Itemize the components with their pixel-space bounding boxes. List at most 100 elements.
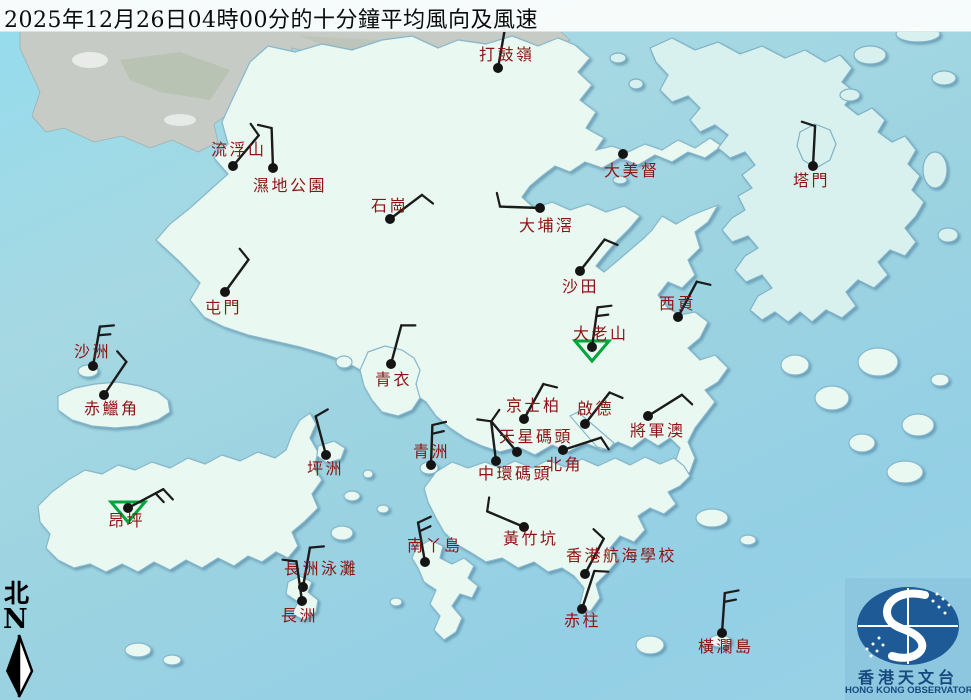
station-dot [493,63,503,73]
wind-barb-tick [596,315,608,316]
station-橫瀾島: 橫瀾島 [698,590,754,656]
station-label: 沙洲 [74,342,111,361]
station-label: 北角 [546,455,583,474]
wind-barb-tick [117,351,126,362]
station-dot [228,161,238,171]
station-label: 流浮山 [211,140,267,159]
station-label: 黃竹坑 [503,529,559,548]
wind-barb-tick [316,409,328,416]
island [849,434,875,452]
station-label: 濕地公園 [253,176,327,195]
island [344,491,360,501]
station-dot [297,596,307,606]
station-沙洲: 沙洲 [74,325,114,371]
wind-barb-tick [98,334,110,335]
wind-barb-tick [100,325,114,326]
island [629,79,643,89]
logo-name-english: HONG KONG OBSERVATORY [845,685,971,696]
station-dot [587,342,597,352]
station-label: 昂坪 [108,511,145,530]
island-soko [163,655,181,665]
station-dot [386,359,396,369]
station-label: 坪洲 [307,459,344,478]
island [902,414,934,436]
station-label: 啟德 [577,399,614,418]
land-lamma [412,540,478,640]
island [858,348,898,376]
station-dot [643,411,653,421]
station-dot [268,163,278,173]
hko-logo-emblem [845,578,971,673]
station-dot [88,361,98,371]
station-label: 石崗 [371,196,408,215]
shenzhen-white-patch [72,52,108,68]
wind-barb-tick [310,546,324,547]
land-lantau [38,413,322,572]
wind-barb-staff [722,593,725,633]
station-label: 香港航海學校 [566,546,677,565]
station-dot [575,266,585,276]
station-label: 赤柱 [564,611,601,630]
compass-north-label-chinese: 北 [2,580,42,607]
map-title: 2025年12月26日04時00分的十分鐘平均風向及風速 [4,2,538,34]
wind-barb-staff [500,207,540,208]
station-dot [580,419,590,429]
island-po-toi [636,636,664,654]
island [938,228,958,242]
station-dot [535,203,545,213]
station-label: 大美督 [604,161,660,180]
station-label: 西貢 [659,294,696,313]
wind-barb-staff [272,128,273,168]
wind-barb-tick [432,431,444,434]
station-dot [808,161,818,171]
island [781,355,809,375]
station-label: 南丫島 [407,536,463,555]
station-dot [220,287,230,297]
island [610,53,626,63]
station-青洲: 青洲 [413,422,450,470]
map-canvas: 打鼓嶺流浮山濕地公園石崗大美督塔門大埔滘沙田西貢屯門沙洲大老山赤鱲角青衣京士柏啟… [0,0,971,700]
station-label: 赤鱲角 [84,399,140,418]
station-label: 天星碼頭 [499,427,573,446]
station-label: 將軍澳 [630,421,686,440]
land-new-territories-kowloon [156,36,728,478]
island [840,89,860,101]
station-dot [385,214,395,224]
station-label: 大老山 [573,324,629,343]
island-tung-lung [696,509,728,527]
wind-barb-tick [432,422,446,425]
wind-barb-tick [420,526,431,531]
station-label: 沙田 [562,277,599,296]
station-label: 青衣 [375,370,412,389]
station-dot [420,557,430,567]
island [932,71,956,85]
station-label: 橫瀾島 [698,637,754,656]
station-label: 大埔滘 [519,216,575,235]
station-dot [580,569,590,579]
station-dot [426,460,436,470]
north-arrow-right-half [19,635,32,697]
island [740,535,756,545]
island [931,374,949,386]
island [815,386,849,410]
station-label: 塔門 [793,171,830,190]
wind-barb-tick [725,590,739,593]
station-label: 青洲 [413,442,450,461]
island-soko [125,643,151,657]
compass: 北 N [2,580,42,699]
north-arrow-icon [2,633,38,699]
station-dot [673,312,683,322]
wind-barb-tick [724,600,736,602]
compass-north-letter: N [2,607,42,633]
island [363,470,373,478]
station-dot [519,414,529,424]
island [336,356,352,368]
wind-barb-tick [697,282,711,285]
shenzhen-white-patch [164,114,196,126]
island [923,152,947,188]
station-label: 長洲 [281,606,318,625]
north-arrow-left-half [6,635,19,697]
station-label: 中環碼頭 [478,464,552,483]
hko-logo: 香港天文台 HONG KONG OBSERVATORY [845,578,971,700]
title-bar: 2025年12月26日04時00分的十分鐘平均風向及風速 [0,0,971,32]
